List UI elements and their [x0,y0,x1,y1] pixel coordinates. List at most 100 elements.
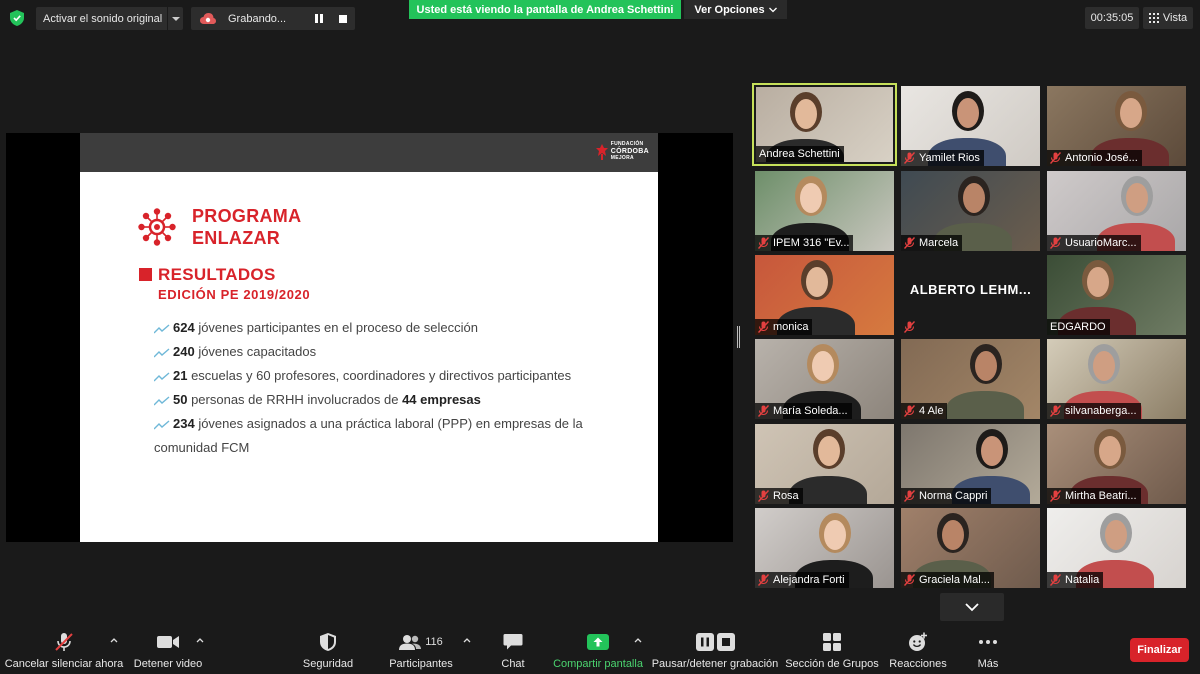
participant-name-label: UsuarioMarc... [1047,235,1141,251]
participant-tile[interactable]: 4 Ale [898,336,1043,419]
chat-button[interactable]: Chat [496,630,530,670]
participant-tile[interactable]: IPEM 316 "Ev... [752,168,897,251]
participant-tile[interactable]: Yamilet Rios [898,83,1043,166]
participant-tile[interactable]: Natalia [1044,505,1189,588]
microphone-muted-icon [1050,574,1061,586]
result-text: jóvenes participantes en el proceso de s… [194,320,478,335]
participant-name-label: Antonio José... [1047,150,1142,166]
microphone-muted-icon [904,237,915,249]
participant-name-label: EDGARDO [1047,319,1110,335]
trend-up-icon [153,420,170,430]
unmute-button[interactable]: Cancelar silenciar ahora [5,630,123,670]
video-camera-icon [157,636,179,648]
participant-tile[interactable]: Mirtha Beatri... [1044,421,1189,504]
fundacion-cordoba-mejora-logo: FUNDACIÓN CÓRDOBA MEJORA [595,141,649,162]
breakout-rooms-label: Sección de Grupos [785,658,879,670]
result-number: 50 [173,392,188,407]
gallery-next-page-button[interactable] [940,593,1004,621]
participant-tile[interactable]: María Soleda... [752,336,897,419]
cloud-record-icon [200,12,216,24]
view-options-button[interactable]: Ver Opciones [684,0,787,19]
breakout-rooms-button[interactable]: Sección de Grupos [785,630,879,670]
participant-display-name: ALBERTO LEHM... [909,282,1032,297]
pause-stop-recording-label: Pausar/detener grabación [651,658,779,670]
participant-name: IPEM 316 "Ev... [773,237,850,249]
view-layout-label: Vista [1162,12,1188,24]
participant-tile[interactable]: Andrea Schettini [752,83,897,166]
participant-tile[interactable]: ALBERTO LEHM... [898,252,1043,335]
pause-stop-recording-button[interactable]: Pausar/detener grabación [652,630,778,670]
recording-label: Grabando... [228,12,287,25]
participants-icon [399,635,422,650]
result-number: 234 [173,416,195,431]
stop-video-button[interactable]: Detener video [134,630,202,670]
results-subtitle: EDICIÓN PE 2019/2020 [158,287,311,302]
result-item: 50 personas de RRHH involucrados de 44 e… [153,388,624,412]
participant-tile[interactable]: Norma Cappri [898,421,1043,504]
reactions-button[interactable]: Reacciones [889,630,947,670]
microphone-muted-icon [904,321,915,333]
result-text: escuelas y 60 profesores, coordinadores … [187,368,572,383]
participant-name-label: Graciela Mal... [901,572,994,588]
result-item: 21 escuelas y 60 profesores, coordinador… [153,364,624,388]
program-title-line2: ENLAZAR [192,228,281,248]
logo-mark-icon [595,143,608,160]
participants-options-caret-icon[interactable] [463,636,471,644]
microphone-muted-icon [904,574,915,586]
participant-tile[interactable]: monica [752,252,897,335]
participant-name: monica [773,321,809,333]
participants-button[interactable]: 116 Participantes [388,630,454,670]
audio-options-caret-icon[interactable] [110,636,118,644]
participant-gallery: Andrea Schettini Yamilet Rios Antonio José… [752,83,1189,589]
original-sound-dropdown[interactable] [167,7,183,30]
participant-name-label: IPEM 316 "Ev... [755,235,854,251]
participant-tile[interactable]: Antonio José... [1044,83,1189,166]
video-options-caret-icon[interactable] [196,636,204,644]
microphone-muted-icon [1050,152,1061,164]
screen-share-banner: Usted está viendo la pantalla de Andrea … [409,0,681,19]
more-button[interactable]: Más [973,630,1003,670]
chevron-down-icon [171,16,180,21]
participant-tile[interactable]: EDGARDO [1044,252,1189,335]
result-item: 624 jóvenes participantes en el proceso … [153,316,624,340]
microphone-muted-icon [758,237,769,249]
participant-tile[interactable]: Marcela [898,168,1043,251]
smiley-add-icon [909,632,927,651]
stop-recording-icon[interactable] [339,14,347,23]
original-sound-button[interactable]: Activar el sonido original [36,7,183,30]
share-screen-label: Compartir pantalla [553,658,643,670]
participant-tile[interactable]: Graciela Mal... [898,505,1043,588]
participant-tile[interactable]: Rosa [752,421,897,504]
view-layout-button[interactable]: Vista [1143,7,1193,29]
participant-name-label: Natalia [1047,572,1104,588]
presentation-slide: FUNDACIÓN CÓRDOBA MEJORA PROGRAMA ENLAZA… [80,133,658,542]
participant-name: Andrea Schettini [759,148,840,160]
participant-tile[interactable]: silvanaberga... [1044,336,1189,419]
stop-video-label: Detener video [133,658,203,670]
result-text: jóvenes capacitados [194,344,317,359]
security-label: Seguridad [302,658,354,670]
end-meeting-button[interactable]: Finalizar [1130,638,1189,662]
share-options-caret-icon[interactable] [634,636,642,644]
logo-line-2: CÓRDOBA [610,148,649,155]
slide-header: FUNDACIÓN CÓRDOBA MEJORA [80,133,658,172]
stop-icon [716,633,735,651]
program-title: PROGRAMA ENLAZAR [192,205,301,249]
reactions-label: Reacciones [889,658,947,670]
microphone-muted-icon [1050,490,1061,502]
trend-up-icon [153,396,170,406]
participants-label: Participantes [389,658,453,670]
result-item: 234 jóvenes asignados a una práctica lab… [153,412,624,460]
result-text: personas de RRHH involucrados de [187,392,403,407]
shared-screen: FUNDACIÓN CÓRDOBA MEJORA PROGRAMA ENLAZA… [6,133,733,542]
share-screen-button[interactable]: Compartir pantalla [553,630,643,670]
participant-tile[interactable]: Alejandra Forti [752,505,897,588]
participant-name: María Soleda... [773,405,848,417]
more-dots-icon [979,640,997,644]
pause-recording-icon[interactable] [315,14,323,23]
participant-name: silvanaberga... [1065,405,1137,417]
security-button[interactable]: Seguridad [300,630,356,670]
panel-resize-handle[interactable] [737,326,740,348]
participant-tile[interactable]: UsuarioMarc... [1044,168,1189,251]
chevron-down-icon [768,7,777,12]
